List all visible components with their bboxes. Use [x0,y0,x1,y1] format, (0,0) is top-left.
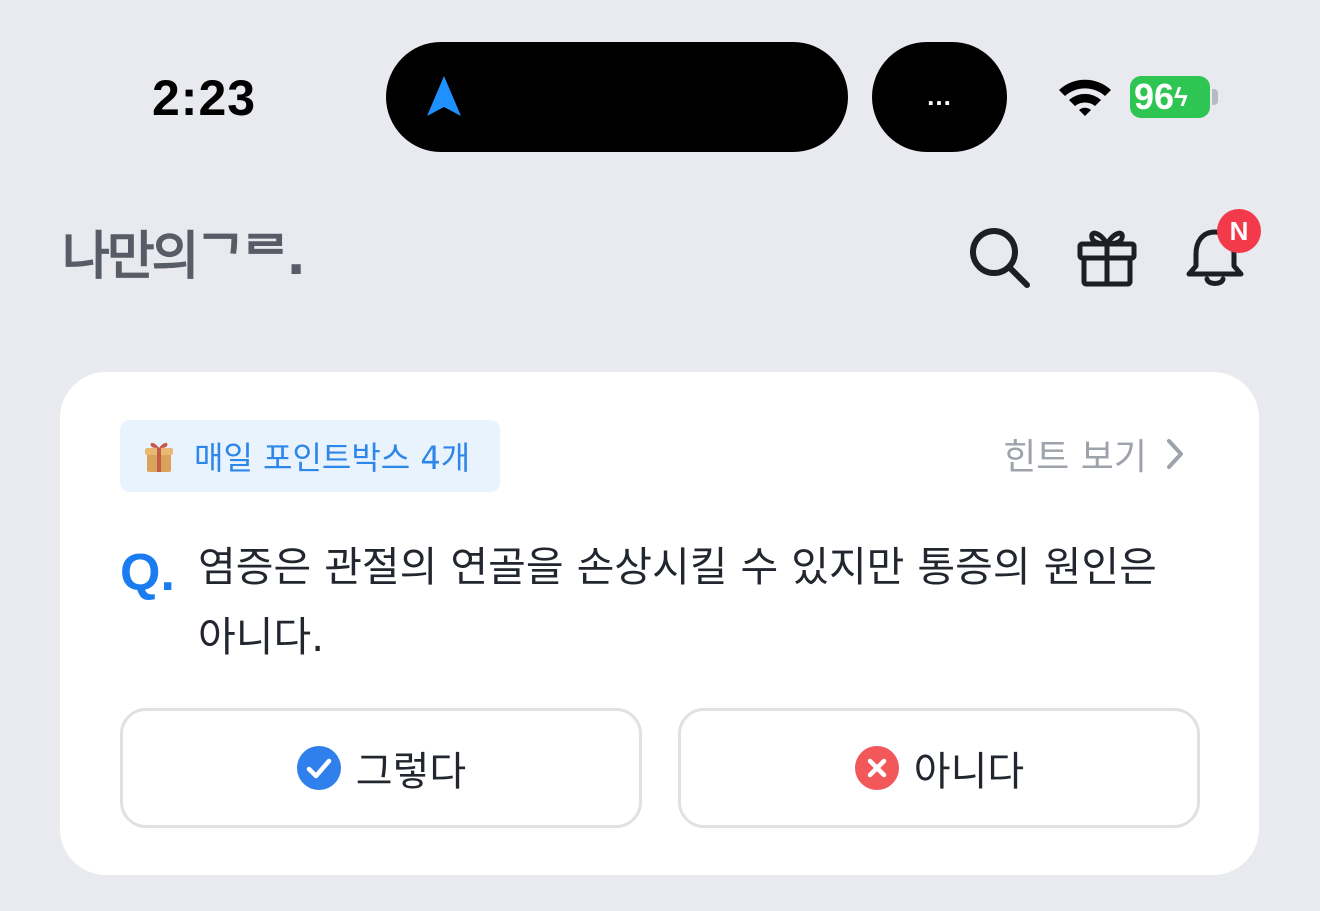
question-mark-label: Q. [120,544,175,602]
gift-box-icon [145,442,173,472]
battery-level: 96 [1134,76,1175,117]
gift-icon[interactable] [1074,224,1140,290]
yes-answer-label: 그렇다 [355,749,467,795]
no-answer-button[interactable]: 아니다 [678,708,1200,828]
chevron-right-icon [1167,439,1183,469]
charging-bolt-icon: ϟ [1174,82,1188,112]
dynamic-island-right: ... [872,42,1007,152]
hint-label: 힌트 보기 [1003,437,1147,478]
notification-badge: N [1217,209,1261,253]
reward-pill: 매일 포인트박스 4개 [120,420,501,492]
hint-link[interactable]: 힌트 보기 [1003,428,1189,480]
app-logo[interactable]: 나만의ᄀᄅ. [62,222,306,292]
island-dots: ... [927,81,952,111]
search-icon[interactable] [966,224,1032,290]
navigation-arrow-icon [427,76,461,116]
yes-answer-button[interactable]: 그렇다 [120,708,642,828]
x-circle-icon [854,746,899,790]
quiz-card: 매일 포인트박스 4개 힌트 보기 Q. 염증은 관절의 연골을 손상시킬 수 … [60,372,1259,875]
reward-pill-label: 매일 포인트박스 4개 [194,439,471,477]
check-circle-icon [296,746,341,790]
wifi-icon [1059,79,1111,116]
question-text: 염증은 관절의 연골을 손상시킬 수 있지만 통증의 원인은 아니다. [198,543,1157,661]
status-time: 2:23 [152,70,257,126]
no-answer-label: 아니다 [913,749,1025,795]
app-screen: 2:23 ... 96ϟ 나만의ᄀᄅ. N 매일 포인트박스 4개 힌트 보기 … [0,0,1320,911]
battery-cap [1212,89,1218,105]
battery-indicator: 96ϟ [1130,76,1210,118]
